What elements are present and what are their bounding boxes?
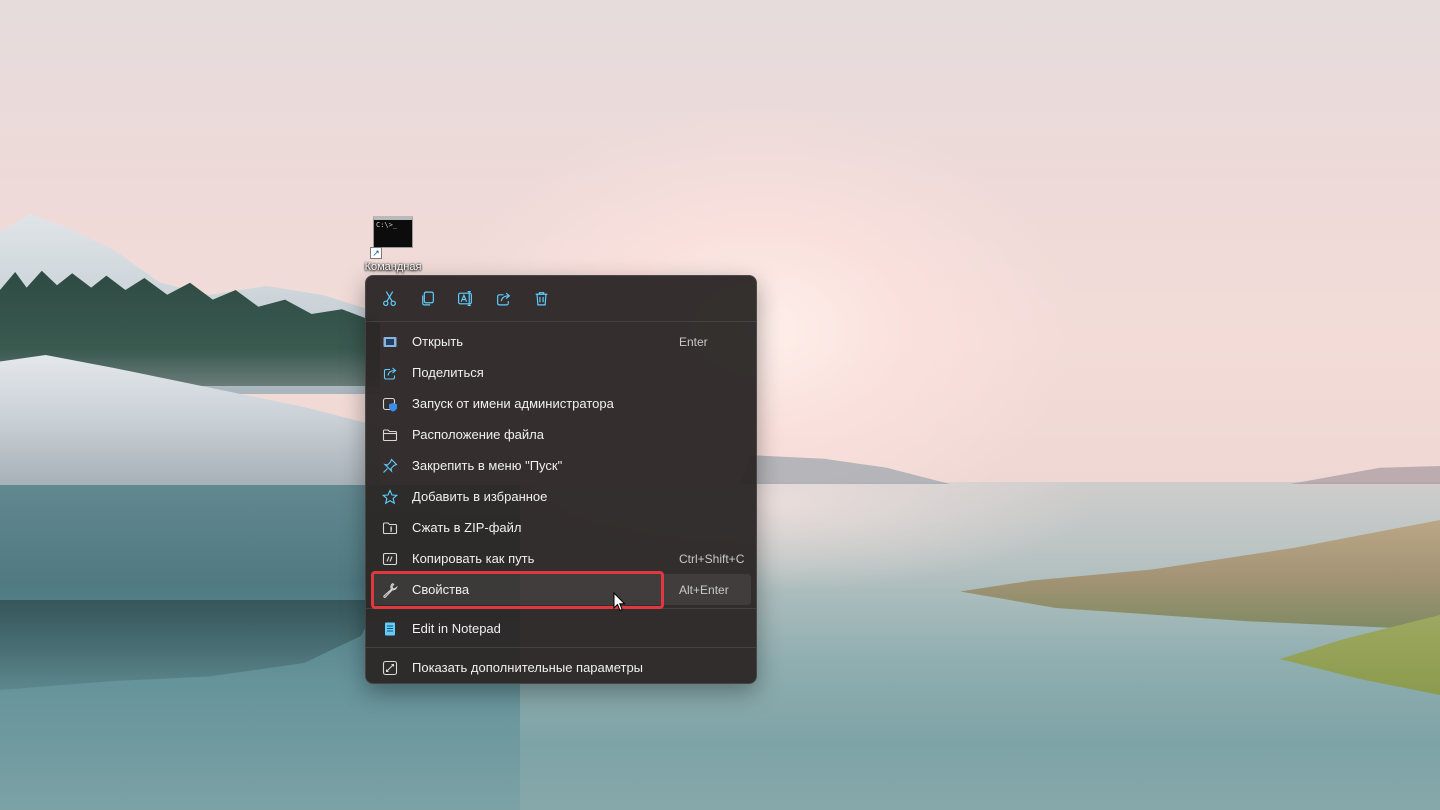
menu-item-shortcut: Ctrl+Shift+C [679, 551, 745, 566]
menu-item-label: Поделиться [412, 365, 484, 380]
copy-button[interactable] [412, 284, 442, 314]
copy-path-icon [381, 550, 399, 568]
menu-item-file-location[interactable]: Расположение файла [371, 419, 751, 450]
folder-icon [381, 426, 399, 444]
star-icon [381, 488, 399, 506]
command-prompt-icon: C:\>_ [373, 216, 413, 248]
shortcut-arrow-icon: ↗ [370, 247, 382, 259]
menu-item-run-as-admin[interactable]: Запуск от имени администратора [371, 388, 751, 419]
context-menu-list: Открыть Enter Поделиться Запуск от имени… [366, 322, 756, 683]
share-icon [381, 364, 399, 382]
menu-item-label: Сжать в ZIP-файл [412, 520, 522, 535]
context-menu-toolbar [366, 276, 756, 322]
menu-item-edit-in-notepad[interactable]: Edit in Notepad [371, 613, 751, 644]
menu-item-label: Показать дополнительные параметры [412, 660, 644, 675]
wrench-icon [381, 581, 399, 599]
menu-item-shortcut: Enter [679, 334, 708, 349]
menu-item-label: Edit in Notepad [412, 621, 501, 636]
cmd-icon-glyph: C:\>_ [376, 221, 398, 229]
menu-item-open[interactable]: Открыть Enter [371, 326, 751, 357]
desktop-shortcut-command-prompt[interactable]: C:\>_ ↗ Командная [360, 216, 426, 276]
menu-item-label: Запуск от имени администратора [412, 396, 614, 411]
menu-separator [366, 647, 756, 648]
menu-item-pin-to-start[interactable]: Закрепить в меню "Пуск" [371, 450, 751, 481]
menu-item-share[interactable]: Поделиться [371, 357, 751, 388]
menu-item-label: Добавить в избранное [412, 489, 548, 504]
desktop-icon-label: Командная [364, 261, 422, 273]
menu-item-label: Копировать как путь [412, 551, 535, 566]
more-options-icon [381, 659, 399, 677]
menu-item-label: Расположение файла [412, 427, 544, 442]
mouse-cursor-icon [613, 592, 626, 612]
menu-item-copy-as-path[interactable]: Копировать как путь Ctrl+Shift+C [371, 543, 751, 574]
share-icon [496, 292, 510, 306]
delete-button[interactable] [526, 284, 556, 314]
copy-icon [421, 291, 434, 306]
share-button[interactable] [488, 284, 518, 314]
context-menu: Открыть Enter Поделиться Запуск от имени… [365, 275, 757, 684]
zip-folder-icon [381, 519, 399, 537]
menu-item-shortcut: Alt+Enter [679, 582, 729, 597]
rename-icon [457, 291, 472, 306]
rename-button[interactable] [450, 284, 480, 314]
menu-separator [366, 608, 756, 609]
menu-item-properties[interactable]: Свойства Alt+Enter [371, 571, 751, 609]
menu-item-add-favorite[interactable]: Добавить в избранное [371, 481, 751, 512]
pin-icon [381, 457, 399, 475]
menu-item-label: Закрепить в меню "Пуск" [412, 458, 563, 473]
menu-item-label: Свойства [412, 582, 470, 597]
menu-item-compress-zip[interactable]: Сжать в ZIP-файл [371, 512, 751, 543]
menu-item-show-more-options[interactable]: Показать дополнительные параметры [371, 652, 751, 683]
notepad-icon [381, 620, 399, 638]
open-window-icon [381, 333, 399, 351]
trash-icon [535, 292, 547, 306]
admin-shield-icon [381, 395, 399, 413]
scissors-icon [382, 291, 396, 306]
cut-button[interactable] [374, 284, 404, 314]
menu-item-label: Открыть [412, 334, 464, 349]
